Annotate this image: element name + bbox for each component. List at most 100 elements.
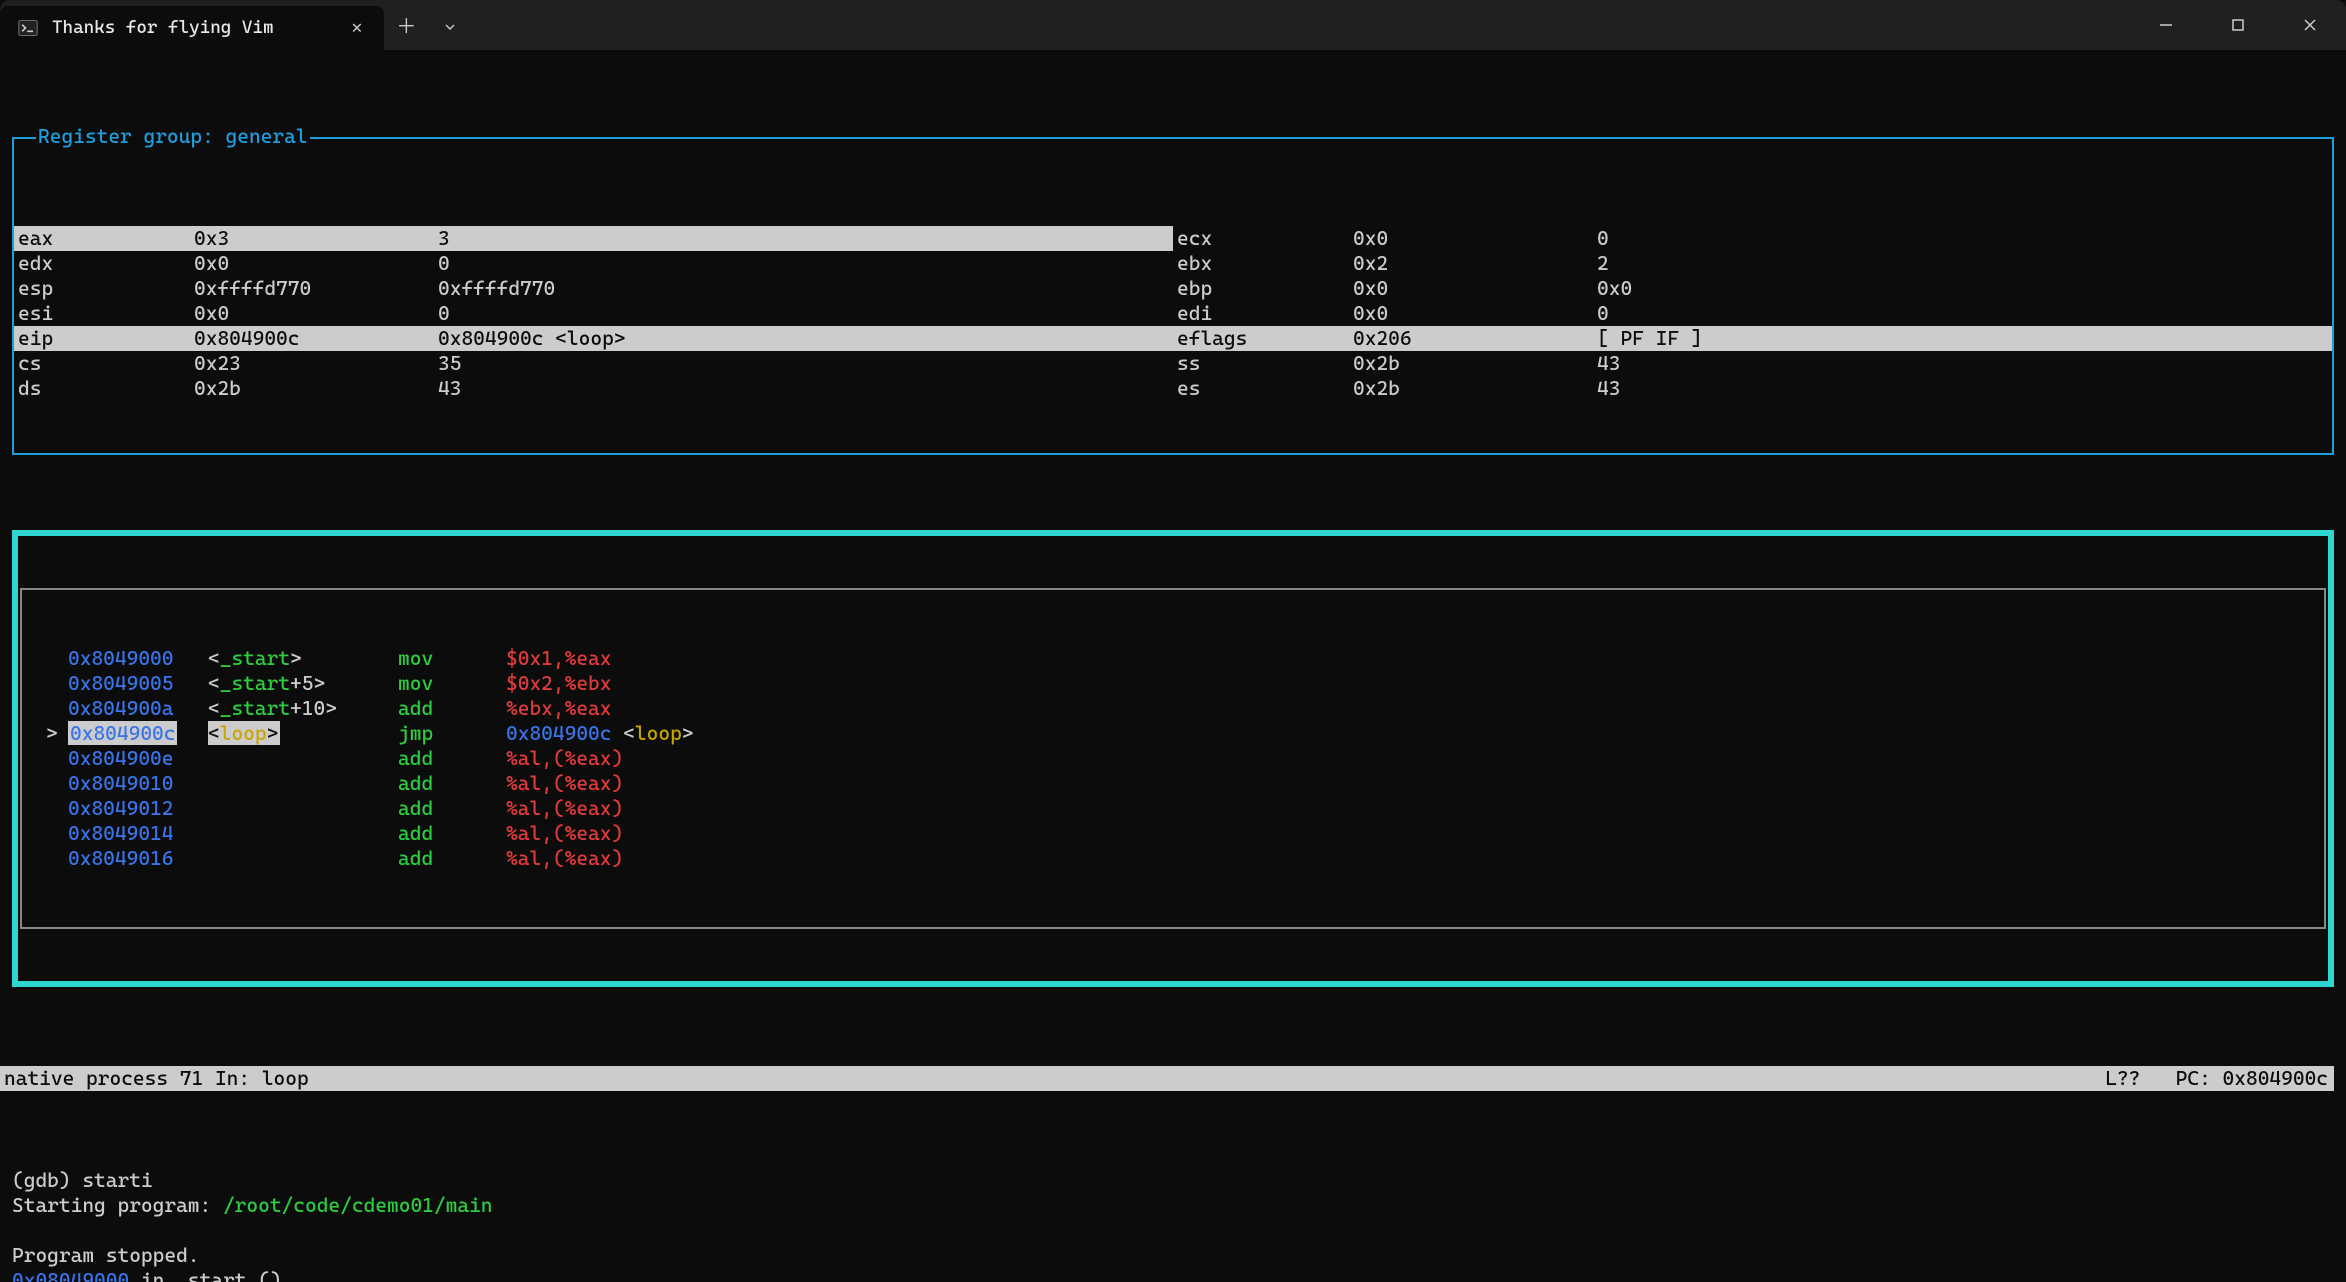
disassembly-box: 0x8049000<_start>mov$0x1,%eax0x8049005<_… <box>12 530 2334 987</box>
register-hex: 0x0 <box>194 251 438 276</box>
asm-symbol: <loop> <box>208 721 398 746</box>
console-line: Starting program: /root/code/cdemo01/mai… <box>12 1193 2334 1218</box>
register-group-title: Register group: general <box>36 124 310 149</box>
asm-symbol: <_start> <box>208 646 398 671</box>
register-cell-ebx: ebx0x22 <box>1173 251 2332 276</box>
close-window-button[interactable] <box>2274 0 2346 50</box>
asm-current-marker <box>46 746 68 771</box>
register-name: ecx <box>1173 226 1353 251</box>
asm-row: >0x804900c<loop>jmp0x804900c <loop> <box>22 721 2324 746</box>
register-hex: 0x0 <box>1353 276 1597 301</box>
tab-active[interactable]: Thanks for flying Vim ✕ <box>0 6 384 50</box>
asm-operands: %al,(%eax) <box>506 846 2324 871</box>
asm-mnemonic: add <box>398 821 506 846</box>
register-name: esi <box>14 301 194 326</box>
register-cell-es: es0x2b43 <box>1173 376 2332 401</box>
register-name: ebx <box>1173 251 1353 276</box>
tab-title: Thanks for flying Vim <box>52 17 273 40</box>
tab-actions: ＋ <box>384 0 472 50</box>
register-cell-ecx: ecx0x00 <box>1173 226 2332 251</box>
register-hex: 0x0 <box>1353 226 1597 251</box>
asm-address: 0x804900c <box>68 721 208 746</box>
register-name: esp <box>14 276 194 301</box>
asm-operands: %al,(%eax) <box>506 746 2324 771</box>
asm-address: 0x8049014 <box>68 821 208 846</box>
register-value: 43 <box>1597 376 2332 401</box>
asm-mnemonic: add <box>398 796 506 821</box>
asm-row: 0x8049012 add%al,(%eax) <box>22 796 2324 821</box>
new-tab-button[interactable]: ＋ <box>384 5 428 49</box>
asm-operands: 0x804900c <loop> <box>506 721 2324 746</box>
asm-symbol <box>208 796 398 821</box>
asm-current-marker: > <box>46 721 68 746</box>
asm-mnemonic: mov <box>398 671 506 696</box>
register-value: 35 <box>438 351 1173 376</box>
asm-address: 0x804900a <box>68 696 208 721</box>
asm-operands: %ebx,%eax <box>506 696 2324 721</box>
register-hex: 0x0 <box>194 301 438 326</box>
asm-current-marker <box>46 771 68 796</box>
register-hex: 0x2b <box>1353 351 1597 376</box>
console-line: Program stopped. <box>12 1243 2334 1268</box>
register-value: [ PF IF ] <box>1597 326 2332 351</box>
register-name: ss <box>1173 351 1353 376</box>
register-cell-edi: edi0x00 <box>1173 301 2332 326</box>
register-cell-eflags: eflags0x206[ PF IF ] <box>1173 326 2332 351</box>
register-value: 43 <box>438 376 1173 401</box>
gdb-console[interactable]: (gdb) startiStarting program: /root/code… <box>0 1166 2346 1282</box>
register-row: cs0x2335ss0x2b43 <box>14 351 2332 376</box>
register-hex: 0x2 <box>1353 251 1597 276</box>
console-line: (gdb) starti <box>12 1168 2334 1193</box>
register-cell-ebp: ebp0x00x0 <box>1173 276 2332 301</box>
terminal-content[interactable]: Register group: general eax0x33ecx0x00ed… <box>0 50 2346 1282</box>
register-value: 0 <box>1597 226 2332 251</box>
register-value: 0x0 <box>1597 276 2332 301</box>
minimize-button[interactable] <box>2130 0 2202 50</box>
window-controls <box>2130 0 2346 50</box>
asm-operands: %al,(%eax) <box>506 771 2324 796</box>
register-row: ds0x2b43es0x2b43 <box>14 376 2332 401</box>
asm-current-marker <box>46 796 68 821</box>
register-hex: 0x3 <box>194 226 438 251</box>
status-right: L?? PC: 0x804900c <box>2105 1066 2328 1091</box>
terminal-window: Thanks for flying Vim ✕ ＋ Register gro <box>0 0 2346 1282</box>
asm-row: 0x8049010add%al,(%eax) <box>22 771 2324 796</box>
asm-current-marker <box>46 671 68 696</box>
register-name: edx <box>14 251 194 276</box>
asm-operands: %al,(%eax) <box>506 796 2324 821</box>
maximize-button[interactable] <box>2202 0 2274 50</box>
register-group-box: Register group: general eax0x33ecx0x00ed… <box>12 137 2334 455</box>
asm-mnemonic: add <box>398 771 506 796</box>
register-hex: 0x206 <box>1353 326 1597 351</box>
register-hex: 0x23 <box>194 351 438 376</box>
register-cell-esi: esi0x00 <box>14 301 1173 326</box>
asm-current-marker <box>46 696 68 721</box>
asm-row: 0x804900eadd%al,(%eax) <box>22 746 2324 771</box>
register-cell-eip: eip0x804900c0x804900c <loop> <box>14 326 1173 351</box>
asm-symbol <box>208 746 398 771</box>
asm-operands: $0x1,%eax <box>506 646 2324 671</box>
register-value: 0x804900c <loop> <box>438 326 1173 351</box>
asm-row: 0x8049005<_start+5>mov$0x2,%ebx <box>22 671 2324 696</box>
register-value: 0 <box>1597 301 2332 326</box>
tab-dropdown-button[interactable] <box>428 5 472 49</box>
asm-address: 0x8049012 <box>68 796 208 821</box>
register-name: ebp <box>1173 276 1353 301</box>
register-name: eip <box>14 326 194 351</box>
register-row: esp0xffffd7700xffffd770ebp0x00x0 <box>14 276 2332 301</box>
asm-operands: $0x2,%ebx <box>506 671 2324 696</box>
asm-symbol <box>208 821 398 846</box>
asm-row: 0x8049016add%al,(%eax) <box>22 846 2324 871</box>
register-cell-cs: cs0x2335 <box>14 351 1173 376</box>
asm-mnemonic: add <box>398 846 506 871</box>
register-hex: 0x0 <box>1353 301 1597 326</box>
register-row: eax0x33ecx0x00 <box>14 226 2332 251</box>
register-hex: 0xffffd770 <box>194 276 438 301</box>
register-value: 2 <box>1597 251 2332 276</box>
close-tab-button[interactable]: ✕ <box>347 13 366 44</box>
register-row: edx0x00ebx0x22 <box>14 251 2332 276</box>
status-bar: native process 71 In: loop L?? PC: 0x804… <box>0 1066 2334 1091</box>
titlebar[interactable]: Thanks for flying Vim ✕ ＋ <box>0 0 2346 50</box>
register-hex: 0x2b <box>1353 376 1597 401</box>
register-hex: 0x804900c <box>194 326 438 351</box>
